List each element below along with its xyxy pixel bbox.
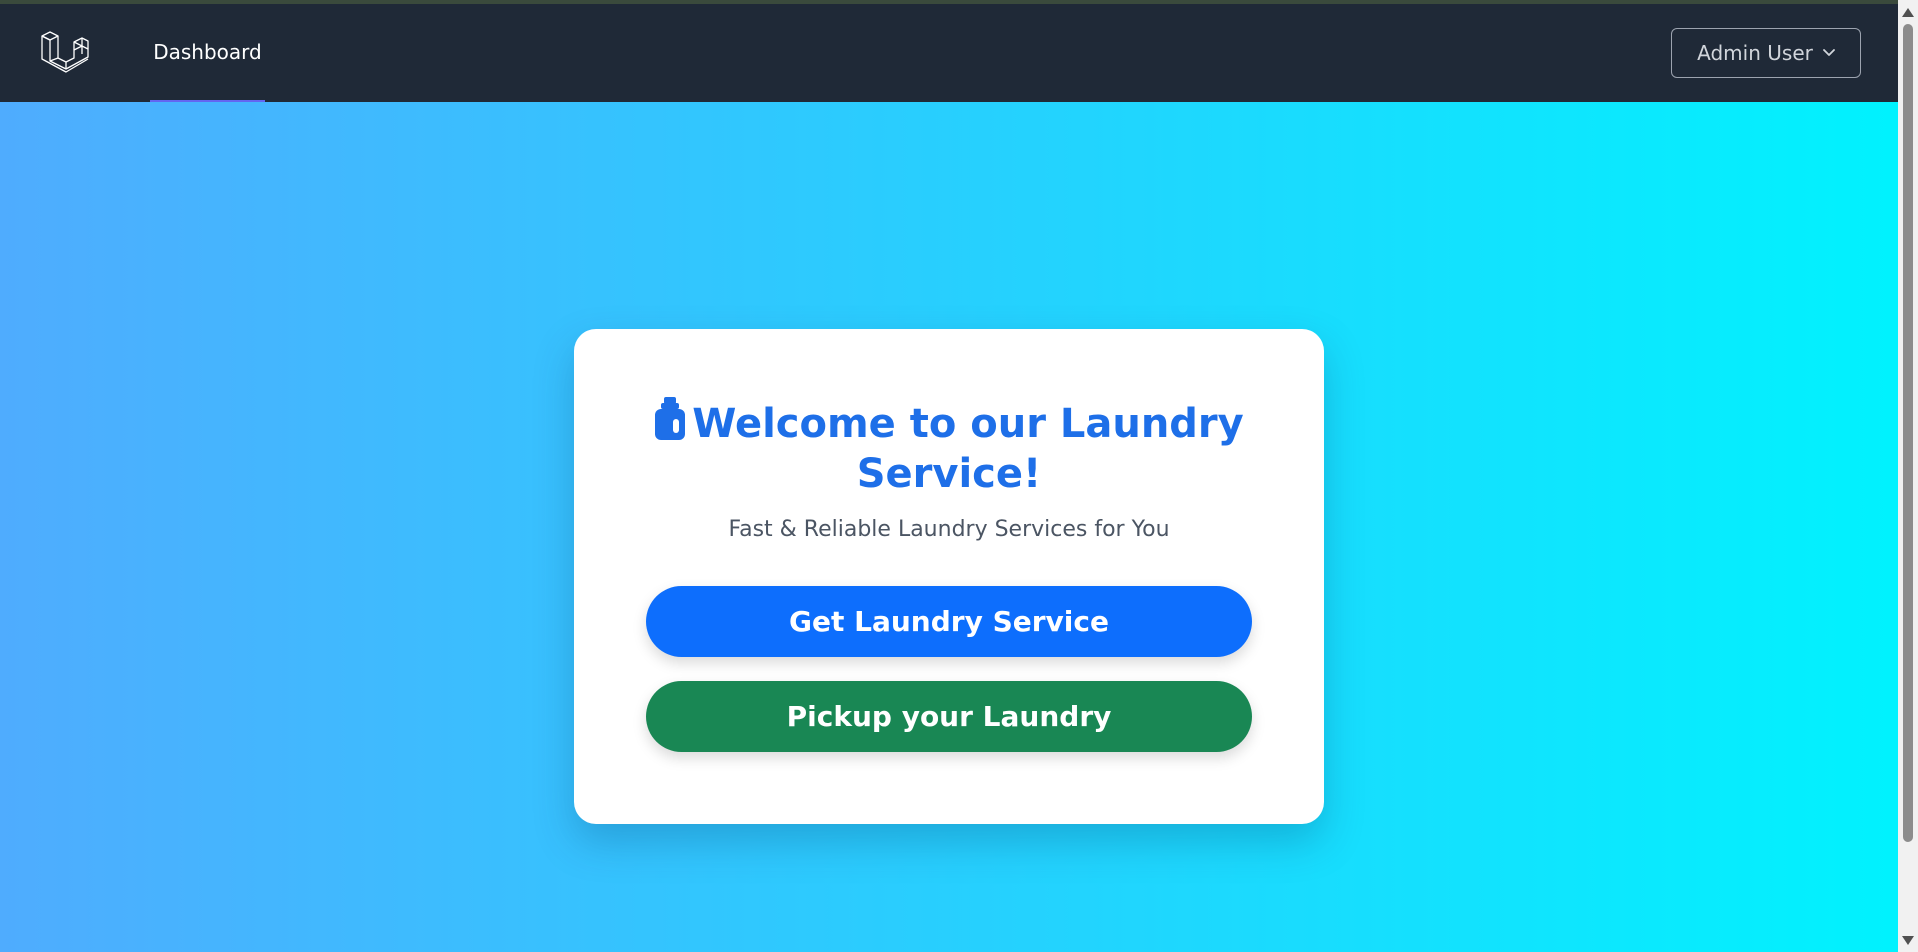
- vertical-scrollbar[interactable]: [1898, 0, 1918, 952]
- nav-link-dashboard[interactable]: Dashboard: [150, 4, 265, 102]
- scroll-down-arrow-icon[interactable]: [1902, 936, 1914, 945]
- get-laundry-service-button[interactable]: Get Laundry Service: [646, 586, 1252, 657]
- detergent-bottle-icon: [655, 397, 686, 440]
- user-menu-label: Admin User: [1697, 41, 1813, 65]
- top-navbar: Dashboard Admin User: [0, 4, 1898, 102]
- scroll-up-arrow-icon[interactable]: [1902, 8, 1914, 17]
- pickup-laundry-button[interactable]: Pickup your Laundry: [646, 681, 1252, 752]
- welcome-subtitle: Fast & Reliable Laundry Services for You: [728, 517, 1170, 542]
- welcome-title: Welcome to our Laundry Service!: [614, 397, 1284, 499]
- laravel-logo-icon[interactable]: [40, 28, 90, 78]
- welcome-card: Welcome to our Laundry Service! Fast & R…: [574, 329, 1324, 824]
- scrollbar-thumb[interactable]: [1903, 24, 1913, 842]
- chevron-down-icon: [1822, 49, 1835, 56]
- hero-section: Welcome to our Laundry Service! Fast & R…: [0, 102, 1898, 952]
- user-menu-button[interactable]: Admin User: [1671, 28, 1861, 78]
- welcome-title-text: Welcome to our Laundry Service!: [692, 401, 1244, 497]
